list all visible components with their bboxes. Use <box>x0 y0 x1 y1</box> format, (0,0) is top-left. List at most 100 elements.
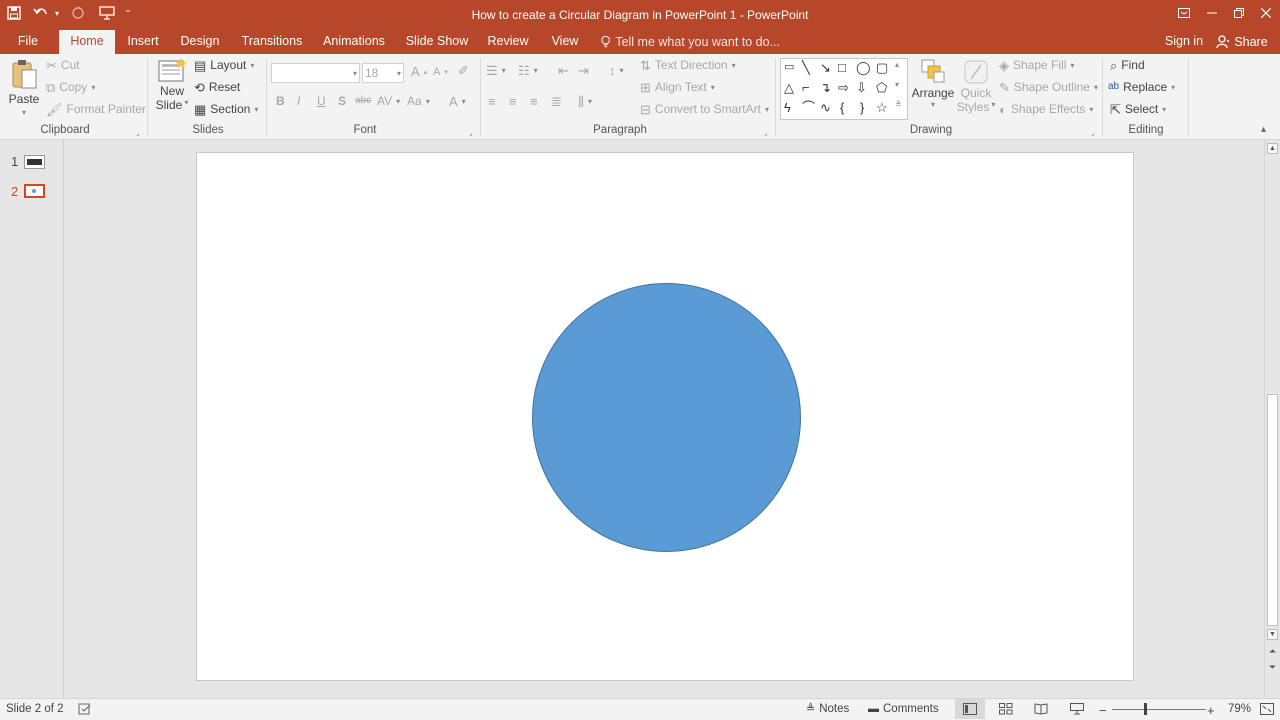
elbow-connector-shape-icon[interactable]: ⌐ <box>802 81 810 94</box>
star-shape-icon[interactable]: ☆ <box>876 101 888 114</box>
elbow-arrow-shape-icon[interactable]: ↴ <box>820 81 831 94</box>
paragraph-launcher-icon[interactable]: ⌟ <box>764 128 768 137</box>
right-arrow-shape-icon[interactable]: ⇨ <box>838 81 849 94</box>
collapse-ribbon-icon[interactable]: ▴ <box>1261 124 1266 135</box>
increase-indent-button[interactable]: ⇥ <box>578 64 589 77</box>
left-brace-shape-icon[interactable]: { <box>840 101 844 114</box>
drawing-launcher-icon[interactable]: ⌟ <box>1091 128 1095 137</box>
section-button[interactable]: ▦ Section ▾ <box>194 102 258 116</box>
numbering-button[interactable]: ☷ ▾ <box>518 64 538 77</box>
tab-insert[interactable]: Insert <box>123 30 163 54</box>
change-case-button[interactable]: Aa ▾ <box>407 94 430 108</box>
zoom-in-button[interactable]: + <box>1207 703 1215 718</box>
ribbon-display-options-icon[interactable] <box>1170 2 1198 24</box>
align-text-button[interactable]: ⊞ Align Text ▾ <box>640 80 715 94</box>
new-slide-button[interactable]: New Slide ▾ <box>154 58 190 112</box>
fit-slide-button[interactable] <box>1260 703 1274 715</box>
font-size-input[interactable]: 18 ▾ <box>362 63 404 83</box>
text-shadow-button[interactable]: S <box>338 94 346 108</box>
replace-button[interactable]: ab Replace ▾ <box>1108 80 1175 94</box>
normal-view-button[interactable] <box>955 699 985 719</box>
zoom-slider-track[interactable] <box>1112 709 1206 710</box>
zoom-slider-thumb[interactable] <box>1144 703 1147 715</box>
character-spacing-button[interactable]: AV ▾ <box>377 94 400 108</box>
tell-me-search[interactable]: Tell me what you want to do... <box>600 30 780 54</box>
rectangle-shape-icon[interactable]: □ <box>838 61 846 74</box>
tab-home[interactable]: Home <box>59 30 115 54</box>
select-button[interactable]: ⇱ Select ▾ <box>1110 102 1166 116</box>
find-button[interactable]: ⌕ Find <box>1110 58 1145 72</box>
rounded-rect-shape-icon[interactable]: ▢ <box>876 61 888 74</box>
arc-shape-icon[interactable]: ⌒ <box>802 101 815 114</box>
strikethrough-button[interactable]: abc <box>355 95 371 106</box>
bullets-button[interactable]: ☰ ▾ <box>486 64 506 77</box>
grow-font-button[interactable]: A ▴ <box>411 64 427 79</box>
tab-review[interactable]: Review <box>486 30 530 54</box>
font-color-button[interactable]: A ▾ <box>449 94 466 109</box>
tab-file[interactable]: File <box>8 30 48 54</box>
shapes-gallery[interactable]: ▭ ╲ ↘ □ ◯ ▢ △ ⌐ ↴ ⇨ ⇩ ⬠ ϟ ⌒ ∿ { } ☆ ▴ ▾ … <box>780 58 908 120</box>
underline-button[interactable]: U <box>317 94 326 108</box>
arrange-button[interactable]: Arrange ▾ <box>912 58 954 109</box>
right-brace-shape-icon[interactable]: } <box>860 101 864 114</box>
tab-slide-show[interactable]: Slide Show <box>403 30 471 54</box>
previous-slide-icon[interactable]: ⏶ <box>1267 646 1278 658</box>
vertical-scrollbar[interactable]: ▲ ▼ ⏶ ⏷ <box>1264 140 1280 698</box>
gallery-scroll-down-icon[interactable]: ▾ <box>895 81 899 89</box>
text-direction-button[interactable]: ⇅ Text Direction ▾ <box>640 58 736 72</box>
line-shape-icon[interactable]: ╲ <box>802 61 810 74</box>
lightning-shape-icon[interactable]: ϟ <box>784 101 791 114</box>
reset-button[interactable]: ⟲ Reset <box>194 80 240 94</box>
shrink-font-button[interactable]: A ▾ <box>433 66 448 78</box>
scroll-down-icon[interactable]: ▼ <box>1267 629 1278 640</box>
decrease-indent-button[interactable]: ⇤ <box>558 64 569 77</box>
quick-styles-button[interactable]: Quick Styles ▾ <box>957 58 995 114</box>
layout-button[interactable]: ▤ Layout ▾ <box>194 58 254 72</box>
notes-button[interactable]: ≜ Notes <box>806 703 849 715</box>
curve-shape-icon[interactable]: ∿ <box>820 101 831 114</box>
align-right-button[interactable]: ≡ <box>530 95 538 108</box>
justify-button[interactable]: ≣ <box>551 95 562 108</box>
spell-check-icon[interactable] <box>78 703 92 715</box>
clipboard-launcher-icon[interactable]: ⌟ <box>136 128 140 137</box>
shape-fill-button[interactable]: ◈ Shape Fill ▾ <box>999 58 1074 72</box>
text-box-shape-icon[interactable]: ▭ <box>784 62 794 73</box>
share-button[interactable]: Share <box>1212 30 1272 54</box>
scrollbar-thumb[interactable] <box>1267 394 1278 626</box>
arrow-line-shape-icon[interactable]: ↘ <box>820 61 831 74</box>
tab-animations[interactable]: Animations <box>321 30 387 54</box>
comments-button[interactable]: ▬ Comments <box>868 703 939 715</box>
zoom-out-button[interactable]: − <box>1099 703 1107 718</box>
down-arrow-shape-icon[interactable]: ⇩ <box>856 81 867 94</box>
shape-outline-button[interactable]: ✎ Shape Outline ▾ <box>999 80 1098 94</box>
line-spacing-button[interactable]: ↕ ▾ <box>609 64 624 77</box>
slide-show-button[interactable] <box>1070 703 1084 715</box>
circle-shape[interactable] <box>532 283 801 552</box>
columns-button[interactable]: ⫼ ▾ <box>578 95 592 108</box>
italic-button[interactable]: I <box>297 94 300 108</box>
align-left-button[interactable]: ≡ <box>488 95 496 108</box>
font-family-input[interactable]: ▾ <box>271 63 360 83</box>
next-slide-icon[interactable]: ⏷ <box>1267 662 1278 674</box>
clear-formatting-button[interactable]: ✐ <box>458 64 469 77</box>
close-icon[interactable] <box>1252 2 1280 24</box>
align-center-button[interactable]: ≡ <box>509 95 517 108</box>
tab-transitions[interactable]: Transitions <box>237 30 307 54</box>
shape-effects-button[interactable]: ◐ Shape Effects ▾ <box>999 102 1093 116</box>
gallery-scroll-up-icon[interactable]: ▴ <box>895 61 899 69</box>
slide-thumbnail-pane[interactable]: 1 2 <box>0 140 64 698</box>
slide-thumbnail-1[interactable] <box>24 155 45 169</box>
slide-sorter-button[interactable] <box>999 703 1013 715</box>
paste-button[interactable]: Paste ▾ <box>8 58 40 117</box>
restore-icon[interactable] <box>1225 2 1253 24</box>
sign-in-link[interactable]: Sign in <box>1162 30 1206 54</box>
reading-view-button[interactable] <box>1034 703 1048 715</box>
oval-shape-icon[interactable]: ◯ <box>856 61 871 74</box>
minimize-icon[interactable] <box>1198 2 1226 24</box>
convert-smartart-button[interactable]: ⊟ Convert to SmartArt ▾ <box>640 102 769 116</box>
gallery-more-icon[interactable]: ≚ <box>895 101 902 109</box>
pentagon-shape-icon[interactable]: ⬠ <box>876 81 887 94</box>
tab-view[interactable]: View <box>547 30 583 54</box>
zoom-level[interactable]: 79% <box>1228 703 1251 715</box>
slide-thumbnail-2[interactable] <box>24 184 45 198</box>
